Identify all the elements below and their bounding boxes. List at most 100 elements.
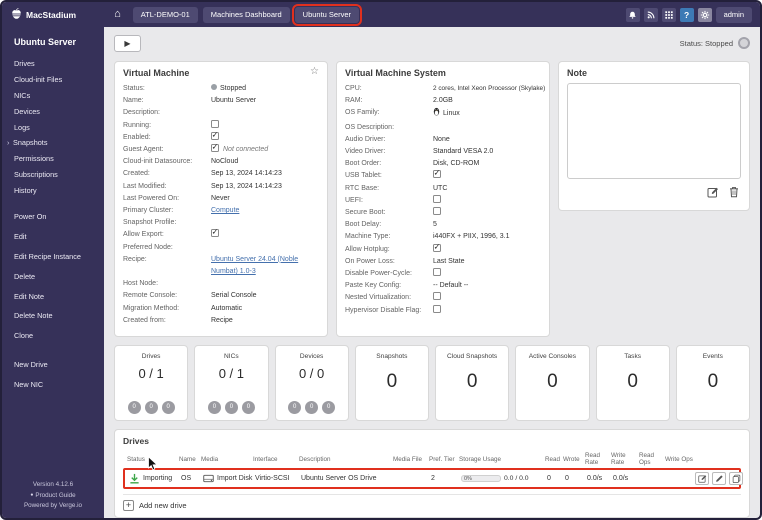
column-header[interactable]: Read bbox=[545, 456, 563, 463]
sys-field-ram: RAM: 2.0GB bbox=[345, 95, 541, 107]
checkbox[interactable] bbox=[433, 243, 441, 252]
checkbox[interactable] bbox=[433, 170, 441, 179]
stat-cards-row: Drives 0 / 1 000 NICs 0 / 1 000 Devices … bbox=[114, 345, 750, 421]
checkbox[interactable] bbox=[433, 194, 441, 203]
field-label: Audio Driver: bbox=[345, 135, 386, 143]
sidebar-item-new-drive[interactable]: New Drive bbox=[2, 355, 104, 375]
field-label: Running: bbox=[123, 121, 152, 129]
drive-read-rate: 0.0/s bbox=[587, 475, 603, 482]
favorite-star-icon[interactable]: ☆ bbox=[310, 66, 319, 77]
sidebar-footer: Version 4.12.6 ● Product Guide Powered by… bbox=[2, 480, 104, 518]
checkbox[interactable] bbox=[433, 304, 441, 313]
primary-cluster-link[interactable]: Compute bbox=[211, 205, 319, 217]
sys-field-boot-order: Boot Order: Disk, CD-ROM bbox=[345, 158, 541, 170]
macstadium-logo[interactable]: MacStadium bbox=[10, 8, 76, 21]
apps-grid-icon[interactable] bbox=[661, 7, 676, 22]
checkbox[interactable] bbox=[211, 131, 219, 140]
nav-atl-demo-01[interactable]: ATL-DEMO-01 bbox=[132, 6, 198, 23]
stat-card-events[interactable]: Events 0 bbox=[675, 345, 750, 421]
status-badge: 0 bbox=[305, 401, 319, 414]
add-new-drive-button[interactable]: + Add new drive bbox=[123, 494, 741, 511]
note-textarea[interactable] bbox=[567, 83, 741, 179]
nav-machines-dashboard[interactable]: Machines Dashboard bbox=[202, 6, 290, 23]
settings-gear-icon[interactable] bbox=[697, 7, 712, 22]
sidebar-item-permissions[interactable]: Permissions bbox=[2, 151, 104, 167]
stat-card-tasks[interactable]: Tasks 0 bbox=[595, 345, 670, 421]
product-guide-link[interactable]: ● Product Guide bbox=[2, 490, 104, 501]
card-label: Drives bbox=[141, 353, 161, 360]
column-header[interactable]: Name bbox=[179, 456, 201, 463]
stat-card-cloud-snapshots[interactable]: Cloud Snapshots 0 bbox=[435, 345, 510, 421]
sidebar-item-new-nic[interactable]: New NIC bbox=[2, 374, 104, 394]
edit-note-button[interactable] bbox=[707, 186, 719, 198]
sidebar-item-delete-note[interactable]: Delete Note bbox=[2, 306, 104, 326]
help-icon[interactable]: ? bbox=[679, 7, 694, 22]
stat-card-drives[interactable]: Drives 0 / 1 000 bbox=[114, 345, 189, 421]
sidebar-item-devices[interactable]: Devices bbox=[2, 103, 104, 119]
checkbox[interactable] bbox=[211, 229, 219, 238]
card-value: 0 bbox=[466, 371, 478, 392]
vm-status-area: Status: Stopped bbox=[680, 37, 750, 49]
notifications-bell-icon[interactable] bbox=[625, 7, 640, 22]
sidebar-item-logs[interactable]: Logs bbox=[2, 119, 104, 135]
column-header[interactable]: Description bbox=[299, 456, 393, 463]
home-icon[interactable]: ⌂ bbox=[114, 9, 121, 20]
sidebar-item-clone[interactable]: Clone bbox=[2, 326, 104, 346]
sidebar-item-delete[interactable]: Delete bbox=[2, 266, 104, 286]
column-header[interactable]: Media File bbox=[393, 456, 429, 463]
delete-note-trash-icon[interactable] bbox=[729, 186, 739, 198]
drive-table-row[interactable]: Importing OS Import Disk Virtio-SCSI Ubu… bbox=[123, 468, 743, 489]
drive-status: Importing bbox=[143, 475, 173, 482]
sidebar-item-nics[interactable]: NICs bbox=[2, 88, 104, 104]
admin-button[interactable]: admin bbox=[715, 6, 752, 23]
recipe-link[interactable]: Ubuntu Server 24.04 (Noble Numbat) 1.0-3 bbox=[211, 254, 319, 278]
sys-field-nested-virtualization: Nested Virtualization: bbox=[345, 292, 541, 304]
drive-edit-button[interactable] bbox=[695, 472, 709, 485]
column-header[interactable]: Write Rate bbox=[611, 452, 639, 466]
storage-usage-progress-bar: 0% bbox=[461, 475, 501, 482]
sidebar-item-cloud-init-files[interactable]: Cloud-init Files bbox=[2, 72, 104, 88]
field-label: Description: bbox=[123, 109, 160, 117]
column-header[interactable]: Pref. Tier bbox=[429, 456, 459, 463]
sys-field-cpu: CPU: 2 cores, Intel Xeon Processor (Skyla… bbox=[345, 83, 545, 95]
column-header[interactable]: Write Ops bbox=[665, 456, 693, 463]
drive-rename-pencil-button[interactable] bbox=[712, 472, 726, 485]
sidebar-item-snapshots[interactable]: › Snapshots bbox=[2, 135, 104, 151]
stat-card-nics[interactable]: NICs 0 / 1 000 bbox=[194, 345, 269, 421]
stat-card-devices[interactable]: Devices 0 / 0 000 bbox=[274, 345, 349, 421]
checkbox[interactable] bbox=[211, 144, 219, 153]
sidebar-item-history[interactable]: History bbox=[2, 182, 104, 198]
field-label: Last Modified: bbox=[123, 182, 167, 190]
drive-write-rate: 0.0/s bbox=[613, 475, 629, 482]
column-header[interactable]: Media bbox=[201, 456, 253, 463]
drive-clone-copy-button[interactable] bbox=[729, 472, 743, 485]
feed-rss-icon[interactable] bbox=[643, 7, 658, 22]
checkbox[interactable] bbox=[211, 119, 219, 128]
field-label: USB Tablet: bbox=[345, 172, 382, 180]
sidebar-item-power-on[interactable]: Power On bbox=[2, 207, 104, 227]
column-header[interactable]: Storage Usage bbox=[459, 456, 545, 463]
power-on-play-button[interactable]: ▶ bbox=[114, 34, 141, 52]
checkbox[interactable] bbox=[433, 292, 441, 301]
drive-pref-tier: 2 bbox=[431, 475, 435, 482]
field-value: 5 bbox=[433, 221, 437, 229]
checkbox[interactable] bbox=[433, 207, 441, 216]
column-header[interactable]: Interface bbox=[253, 456, 299, 463]
checkbox[interactable] bbox=[433, 268, 441, 277]
column-header[interactable]: Read Rate bbox=[585, 452, 611, 466]
card-label: Snapshots bbox=[376, 353, 408, 360]
stat-card-active-consoles[interactable]: Active Consoles 0 bbox=[515, 345, 590, 421]
stat-card-snapshots[interactable]: Snapshots 0 bbox=[354, 345, 429, 421]
main-content: ▶ Status: Stopped Virtual Machine ☆ Stat… bbox=[104, 27, 760, 518]
column-header[interactable]: Status bbox=[127, 456, 179, 463]
sidebar-item-drives[interactable]: Drives bbox=[2, 56, 104, 72]
column-header[interactable]: Wrote bbox=[563, 456, 585, 463]
panel-title: Virtual Machine System bbox=[345, 68, 446, 78]
sidebar-item-subscriptions[interactable]: Subscriptions bbox=[2, 166, 104, 182]
nav-ubuntu-server[interactable]: Ubuntu Server bbox=[291, 3, 363, 26]
sys-field-machine-type: Machine Type: i440FX + PIIX, 1996, 3.1 bbox=[345, 231, 541, 243]
sidebar-item-edit-note[interactable]: Edit Note bbox=[2, 286, 104, 306]
sidebar-item-edit-recipe-instance[interactable]: Edit Recipe Instance bbox=[2, 247, 104, 267]
sidebar-item-edit[interactable]: Edit bbox=[2, 227, 104, 247]
column-header[interactable]: Read Ops bbox=[639, 452, 665, 466]
